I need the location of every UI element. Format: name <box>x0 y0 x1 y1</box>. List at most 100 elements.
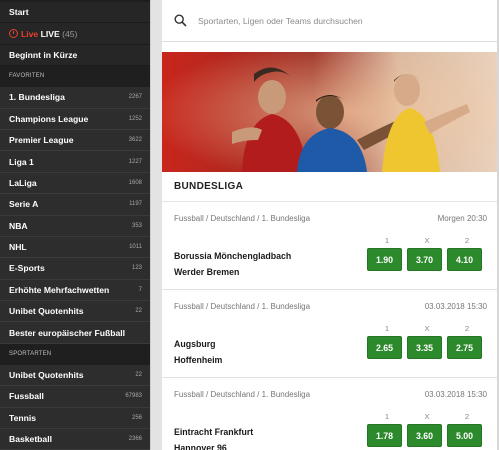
sidebar-item-label: Beginnt in Kürze <box>9 49 78 60</box>
sidebar-item-count: 2366 <box>128 436 142 443</box>
home-team: Borussia Mönchengladbach <box>174 251 292 261</box>
sidebar-item-count: 7 <box>138 286 142 293</box>
home-odd-button[interactable]: 2.65 <box>367 336 402 359</box>
sidebar-item-count: 3622 <box>128 137 142 144</box>
home-odd-button[interactable]: 1.78 <box>367 424 402 447</box>
sidebar-item-label: Start <box>9 7 29 18</box>
draw-odd-button[interactable]: 3.35 <box>407 336 442 359</box>
sidebar-item-label: Serie A <box>9 199 39 210</box>
sidebar-item-label: Tennis <box>9 412 37 423</box>
sidebar-item-1-bundesliga[interactable]: 1. Bundesliga 2267 <box>0 87 150 109</box>
away-odd-button[interactable]: 5.00 <box>447 424 482 447</box>
match-date: 03.03.2018 15:30 <box>424 390 487 399</box>
odds-header-label: X <box>424 324 430 333</box>
match-date: 03.03.2018 15:30 <box>424 302 487 311</box>
search-icon[interactable] <box>162 14 198 27</box>
sidebar-item-erhöhte-mehrfachwetten[interactable]: Erhöhte Mehrfachwetten 7 <box>0 280 150 302</box>
match-teams[interactable]: Eintracht Frankfurt Hannover 96 <box>174 424 253 450</box>
draw-odd-button[interactable]: 3.70 <box>407 248 442 271</box>
sidebar-item-label: 1. Bundesliga <box>9 92 65 103</box>
away-team: Hoffenheim <box>174 355 223 365</box>
sidebar-item-label: E-Sports <box>9 263 45 274</box>
match-row[interactable]: Fussball / Deutschland / 1. Bundesliga 03… <box>162 290 499 378</box>
odds-header-label: 2 <box>464 412 470 421</box>
sidebar-item-serie-a[interactable]: Serie A 1197 <box>0 194 150 216</box>
sidebar-item-label: Unibet Quotenhits <box>9 370 84 381</box>
odds-buttons: 2.65 3.35 2.75 <box>367 336 487 359</box>
sidebar-item-start[interactable]: Start <box>0 2 150 24</box>
live-count: (45) <box>62 28 78 39</box>
away-team: Werder Bremen <box>174 267 240 277</box>
sidebar-item-basketball[interactable]: Basketball 2366 <box>0 429 150 450</box>
sidebar-item-liga-1[interactable]: Liga 1 1227 <box>0 151 150 173</box>
sidebar-item-label: Bester europäischer Fußball <box>9 327 126 338</box>
live-text: LIVE <box>40 28 60 39</box>
home-odd-button[interactable]: 1.90 <box>367 248 402 271</box>
sidebar-item-label: Champions League <box>9 113 89 124</box>
sidebar-item-starting-soon[interactable]: Beginnt in Kürze <box>0 44 150 67</box>
match-row[interactable]: Fussball / Deutschland / 1. Bundesliga Mo… <box>162 202 499 290</box>
match-league-path: Fussball / Deutschland / 1. Bundesliga <box>174 302 311 311</box>
live-prefix: Live <box>21 28 39 39</box>
match-date: Morgen 20:30 <box>437 214 487 223</box>
match-list: Fussball / Deutschland / 1. Bundesliga Mo… <box>162 202 499 450</box>
sports-header: SPORTARTEN <box>0 343 150 365</box>
favorites-list: 1. Bundesliga 2267 Champions League 1252 Pre… <box>0 87 150 344</box>
sidebar-item-nba[interactable]: NBA 353 <box>0 216 150 237</box>
home-team: Augsburg <box>174 339 216 349</box>
sidebar-item-laliga[interactable]: LaLiga 1608 <box>0 173 150 195</box>
sidebar-item-unibet-quotenhits[interactable]: Unibet Quotenhits 22 <box>0 301 150 323</box>
odds-header: 1 X 2 <box>367 412 487 421</box>
sidebar-item-unibet-quotenhits[interactable]: Unibet Quotenhits 22 <box>0 365 150 387</box>
match-teams[interactable]: Augsburg Hoffenheim <box>174 336 222 368</box>
sidebar-item-count: 1011 <box>129 244 142 251</box>
match-league-path: Fussball / Deutschland / 1. Bundesliga <box>174 390 311 399</box>
sidebar-item-champions-league[interactable]: Champions League 1252 <box>0 109 150 130</box>
sidebar-item-label: Basketball <box>9 434 52 445</box>
sidebar-item-count: 1252 <box>128 115 142 122</box>
favorites-header: FAVORITEN <box>0 66 150 88</box>
search-bar <box>162 0 499 42</box>
home-team: Eintracht Frankfurt <box>174 427 254 437</box>
sidebar-item-label: Fussball <box>9 391 44 402</box>
promo-banner[interactable] <box>162 52 499 172</box>
odds-header-label: X <box>424 412 430 421</box>
sidebar-item-count: 1608 <box>128 179 142 186</box>
draw-odd-button[interactable]: 3.60 <box>407 424 442 447</box>
away-odd-button[interactable]: 4.10 <box>447 248 482 271</box>
odds-header-label: 1 <box>384 236 390 245</box>
sidebar-item-label: Liga 1 <box>9 156 34 167</box>
odds-buttons: 1.90 3.70 4.10 <box>367 248 487 271</box>
sidebar-item-label: NHL <box>9 242 27 253</box>
section-title: BUNDESLIGA <box>162 172 499 202</box>
match-league-path: Fussball / Deutschland / 1. Bundesliga <box>174 214 311 223</box>
odds-buttons: 1.78 3.60 5.00 <box>367 424 487 447</box>
sidebar-item-tennis[interactable]: Tennis 256 <box>0 408 150 430</box>
sidebar-item-premier-league[interactable]: Premier League 3622 <box>0 130 150 152</box>
sidebar-item-nhl[interactable]: NHL 1011 <box>0 237 150 259</box>
match-row[interactable]: Fussball / Deutschland / 1. Bundesliga 03… <box>162 378 499 450</box>
sidebar-item-label: Erhöhte Mehrfachwetten <box>9 284 110 295</box>
odds-header-label: 1 <box>384 412 390 421</box>
sidebar-item-count: 2267 <box>128 94 142 101</box>
search-input[interactable] <box>198 15 488 26</box>
odds-header-label: X <box>424 236 430 245</box>
away-odd-button[interactable]: 2.75 <box>447 336 482 359</box>
sidebar-item-bester-europäischer-fußball[interactable]: Bester europäischer Fußball <box>0 322 150 344</box>
sidebar-item-fussball[interactable]: Fussball 67983 <box>0 386 150 408</box>
sidebar-divider <box>150 0 162 450</box>
sidebar-item-label: Unibet Quotenhits <box>9 306 84 317</box>
live-clock-icon <box>9 28 18 38</box>
sidebar-item-live[interactable]: Live LIVE (45) <box>0 23 150 45</box>
sidebar-item-label: LaLiga <box>9 177 37 188</box>
away-team: Hannover 96 <box>174 443 227 450</box>
sidebar: Start Live LIVE (45) Beginnt in Kürze FA… <box>0 0 150 450</box>
sidebar-item-count: 22 <box>135 308 142 315</box>
sidebar-item-count: 256 <box>131 414 142 421</box>
banner-players-image <box>162 52 499 172</box>
sports-list: Unibet Quotenhits 22 Fussball 67983 Tennis 25… <box>0 365 150 450</box>
main-content: BUNDESLIGA Fussball / Deutschland / 1. B… <box>162 0 499 450</box>
sidebar-item-e-sports[interactable]: E-Sports 123 <box>0 258 150 280</box>
match-teams[interactable]: Borussia Mönchengladbach Werder Bremen <box>174 248 291 280</box>
odds-header: 1 X 2 <box>367 236 487 245</box>
